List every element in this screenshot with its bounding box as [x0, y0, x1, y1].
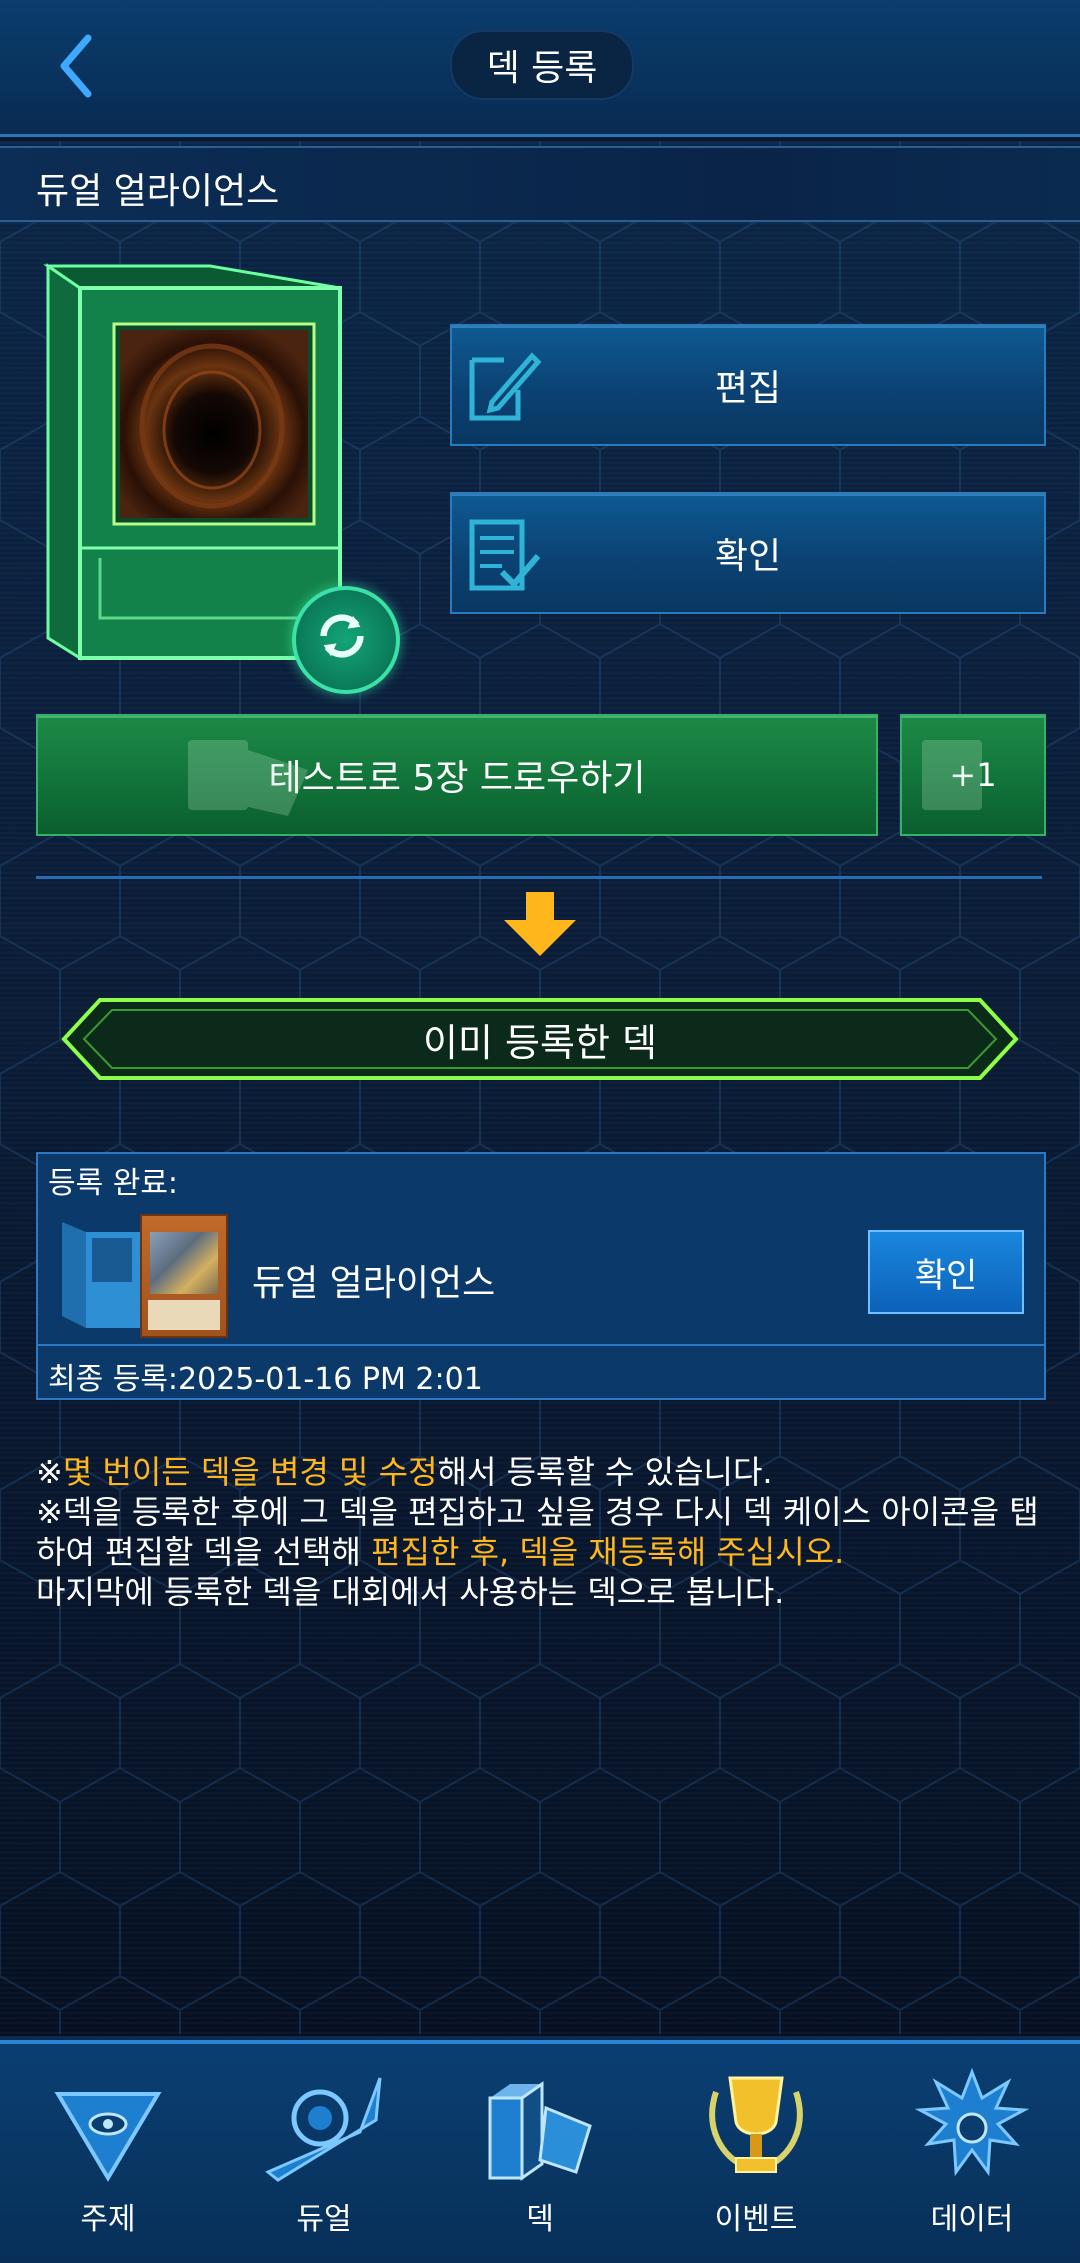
- deck-name: 듀얼 얼라이언스: [36, 171, 280, 212]
- note-line-2: ※덱을 등록한 후에 그 덱을 편집하고 싶을 경우 다시 덱 케이스 아이콘을…: [36, 1493, 1039, 1571]
- card-thumbnail: [140, 1214, 228, 1338]
- cards-icon: [188, 740, 308, 816]
- registration-panel: 등록 완료: 듀얼 얼라이언스 확인 최종 등록:2025-01-16 PM 2…: [36, 1152, 1046, 1400]
- note-highlight-2: 편집한 후, 덱을 재등록해 주십시오.: [371, 1533, 845, 1571]
- confirm-button[interactable]: 확인: [450, 492, 1046, 614]
- nav-label-data: 데이터: [930, 2202, 1014, 2237]
- edit-icon: [469, 352, 542, 421]
- panel-separator: [38, 1344, 1044, 1346]
- refresh-icon: [320, 614, 364, 658]
- header: 덱 등록: [0, 0, 1080, 137]
- notes: ※몇 번이든 덱을 변경 및 수정해서 등록할 수 있습니다. ※덱을 등록한 …: [36, 1452, 1046, 1612]
- character-data-icon: [914, 2068, 1030, 2177]
- confirm-label: 확인: [714, 536, 782, 577]
- nav-label-deck: 덱: [526, 2202, 554, 2237]
- bottom-nav: 주제 듀얼 덱 이벤트 데이터: [0, 2040, 1080, 2263]
- registered-banner-label: 이미 등록한 덱: [423, 1020, 657, 1065]
- deck-icon: [488, 2081, 592, 2181]
- duel-disk-icon: [265, 2077, 382, 2182]
- card-icon: [922, 740, 982, 810]
- registered-deck-banner: 이미 등록한 덱: [60, 996, 1020, 1082]
- nav-label-event: 이벤트: [714, 2202, 798, 2237]
- nav-item-duel[interactable]: 듀얼: [216, 2044, 432, 2263]
- checklist-icon: [469, 519, 541, 591]
- note-line-1: ※몇 번이든 덱을 변경 및 수정해서 등록할 수 있습니다.: [36, 1453, 773, 1491]
- registered-deck-name: 듀얼 얼라이언스: [252, 1263, 496, 1304]
- millennium-pyramid-icon: [54, 2092, 162, 2182]
- nav-item-deck[interactable]: 덱: [432, 2044, 648, 2263]
- note-highlight-1: 몇 번이든 덱을 변경 및 수정: [62, 1453, 438, 1491]
- note-line-3: 마지막에 등록한 덱을 대회에서 사용하는 덱으로 봅니다.: [36, 1573, 785, 1611]
- registration-complete-label: 등록 완료:: [48, 1166, 179, 1201]
- deck-name-bar: 듀얼 얼라이언스: [0, 146, 1080, 222]
- draw-one-more-button[interactable]: +1: [900, 714, 1046, 836]
- down-arrow-icon: [504, 892, 576, 956]
- back-arrow-icon[interactable]: [44, 28, 114, 104]
- edit-label: 편집: [714, 368, 782, 409]
- test-draw-label: 테스트로 5장 드로우하기: [268, 758, 646, 799]
- swap-deck-button[interactable]: [292, 586, 400, 694]
- nav-item-event[interactable]: 이벤트: [648, 2044, 864, 2263]
- nav-item-data[interactable]: 데이터: [864, 2044, 1080, 2263]
- edit-button[interactable]: 편집: [450, 324, 1046, 446]
- last-registered-timestamp: 최종 등록:2025-01-16 PM 2:01: [48, 1362, 483, 1397]
- registered-confirm-button[interactable]: 확인: [868, 1230, 1024, 1314]
- divider: [36, 876, 1042, 879]
- deck-box-icon: [62, 1222, 146, 1328]
- nav-label-duel: 듀얼: [296, 2202, 352, 2237]
- page-title: 덱 등록: [450, 30, 634, 100]
- nav-item-theme[interactable]: 주제: [0, 2044, 216, 2263]
- test-draw-button[interactable]: 테스트로 5장 드로우하기: [36, 714, 878, 836]
- nav-label-theme: 주제: [80, 2202, 136, 2237]
- trophy-icon: [709, 2076, 803, 2173]
